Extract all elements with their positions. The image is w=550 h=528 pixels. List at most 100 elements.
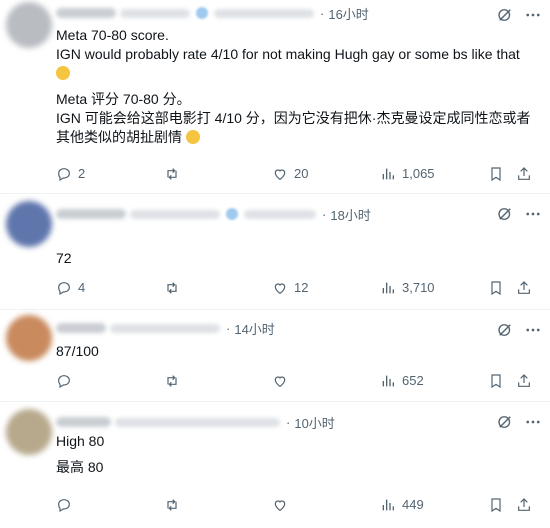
grok-icon[interactable] (496, 413, 514, 431)
grok-icon[interactable] (496, 205, 514, 223)
share-button[interactable] (516, 495, 538, 515)
author-name[interactable] (56, 209, 126, 219)
views-button[interactable]: 652 (380, 371, 424, 391)
views-button[interactable]: 3,710 (380, 278, 435, 298)
share-icon (518, 374, 530, 387)
like-button[interactable] (272, 371, 294, 391)
bookmark-button[interactable] (488, 278, 510, 298)
share-button[interactable] (516, 164, 538, 184)
share-icon (518, 167, 530, 180)
bookmark-button[interactable] (488, 371, 510, 391)
post-text-line: High 80 (56, 433, 105, 449)
author-handle[interactable] (110, 323, 220, 333)
action-bar: 449 (56, 495, 534, 515)
post-header: · 14小时 (56, 319, 275, 337)
views-icon (382, 375, 394, 387)
author-name[interactable] (56, 323, 106, 333)
views-icon (382, 168, 394, 180)
repost-button[interactable] (164, 371, 186, 391)
like-icon (274, 500, 286, 512)
reply-button[interactable]: 2 (56, 164, 85, 184)
bookmark-icon (491, 498, 501, 513)
views-icon (382, 499, 394, 511)
author-handle[interactable] (115, 417, 280, 427)
repost-icon (167, 168, 177, 180)
more-icon[interactable] (524, 6, 542, 24)
bookmark-button[interactable] (488, 495, 510, 515)
share-button[interactable] (516, 371, 538, 391)
post-text-line: 其他类似的胡扯剧情 (56, 128, 200, 147)
repost-icon (167, 499, 177, 511)
post-text-line: 72 (56, 250, 72, 266)
avatar[interactable] (6, 2, 52, 48)
avatar[interactable] (6, 315, 52, 361)
post-header: · 16小时 (56, 4, 369, 22)
author-name[interactable] (56, 417, 111, 427)
post-3[interactable]: · 14小时 87/100 652 (0, 309, 550, 402)
author-handle-2 (244, 209, 316, 219)
like-icon (274, 283, 286, 295)
like-icon (274, 169, 286, 181)
more-icon[interactable] (524, 205, 542, 223)
reply-button[interactable] (56, 371, 78, 391)
reply-button[interactable]: 4 (56, 278, 85, 298)
author-handle[interactable] (130, 209, 220, 219)
repost-button[interactable] (164, 495, 186, 515)
repost-icon (167, 375, 177, 387)
share-button[interactable] (516, 278, 538, 298)
reply-icon (58, 168, 70, 182)
views-icon (382, 282, 394, 294)
bookmark-icon (491, 374, 501, 389)
repost-button[interactable] (164, 164, 186, 184)
repost-icon (167, 282, 177, 294)
timestamp[interactable]: 10小时 (294, 413, 334, 432)
post-4[interactable]: · 10小时 High 80 最高 80 449 (0, 401, 550, 528)
like-button[interactable] (272, 495, 294, 515)
laughing-emoji-icon (56, 66, 70, 80)
laughing-emoji-icon (185, 130, 200, 144)
verified-badge-icon (196, 7, 208, 19)
avatar[interactable] (6, 409, 52, 455)
post-header: · 10小时 (56, 413, 335, 431)
post-text-line: IGN 可能会给这部电影打 4/10 分，因为它没有把休·杰克曼设定成同性恋或者 (56, 110, 531, 126)
reply-icon (58, 282, 70, 296)
like-button[interactable]: 20 (272, 164, 308, 184)
reply-icon (58, 499, 70, 513)
author-handle-2 (214, 8, 314, 18)
post-1[interactable]: · 16小时 Meta 70-80 score. IGN would proba… (0, 0, 550, 194)
author-name[interactable] (56, 8, 116, 18)
timestamp[interactable]: 18小时 (330, 205, 370, 224)
more-icon[interactable] (524, 321, 542, 339)
like-icon (274, 376, 286, 388)
post-header: · 18小时 (56, 205, 371, 223)
bookmark-button[interactable] (488, 164, 510, 184)
post-text-line: 最高 80 (56, 459, 104, 475)
bookmark-icon (491, 281, 501, 296)
action-bar: 2 20 1,065 (56, 164, 534, 184)
more-icon[interactable] (524, 413, 542, 431)
action-bar: 4 12 3,710 (56, 278, 534, 298)
reply-button[interactable] (56, 495, 78, 515)
views-button[interactable]: 449 (380, 495, 424, 515)
author-handle[interactable] (120, 8, 190, 18)
grok-icon[interactable] (496, 6, 514, 24)
post-text-line: IGN would probably rate 4/10 for not mak… (56, 46, 520, 62)
post-2[interactable]: · 18小时 72 4 12 3,710 (0, 193, 550, 310)
post-text-line: Meta 70-80 score. (56, 27, 169, 43)
timestamp[interactable]: 14小时 (234, 319, 274, 338)
bookmark-icon (491, 167, 501, 182)
post-text-line: 87/100 (56, 343, 99, 359)
verified-badge-icon (226, 208, 238, 220)
grok-icon[interactable] (496, 321, 514, 339)
post-text-line (56, 64, 70, 83)
share-icon (518, 498, 530, 511)
repost-button[interactable] (164, 278, 186, 298)
action-bar: 652 (56, 371, 534, 391)
like-button[interactable]: 12 (272, 278, 308, 298)
views-button[interactable]: 1,065 (380, 164, 435, 184)
post-text-line: Meta 评分 70-80 分。 (56, 91, 191, 107)
avatar[interactable] (6, 201, 52, 247)
reply-icon (58, 375, 70, 389)
timestamp[interactable]: 16小时 (328, 4, 368, 23)
share-icon (518, 281, 530, 294)
